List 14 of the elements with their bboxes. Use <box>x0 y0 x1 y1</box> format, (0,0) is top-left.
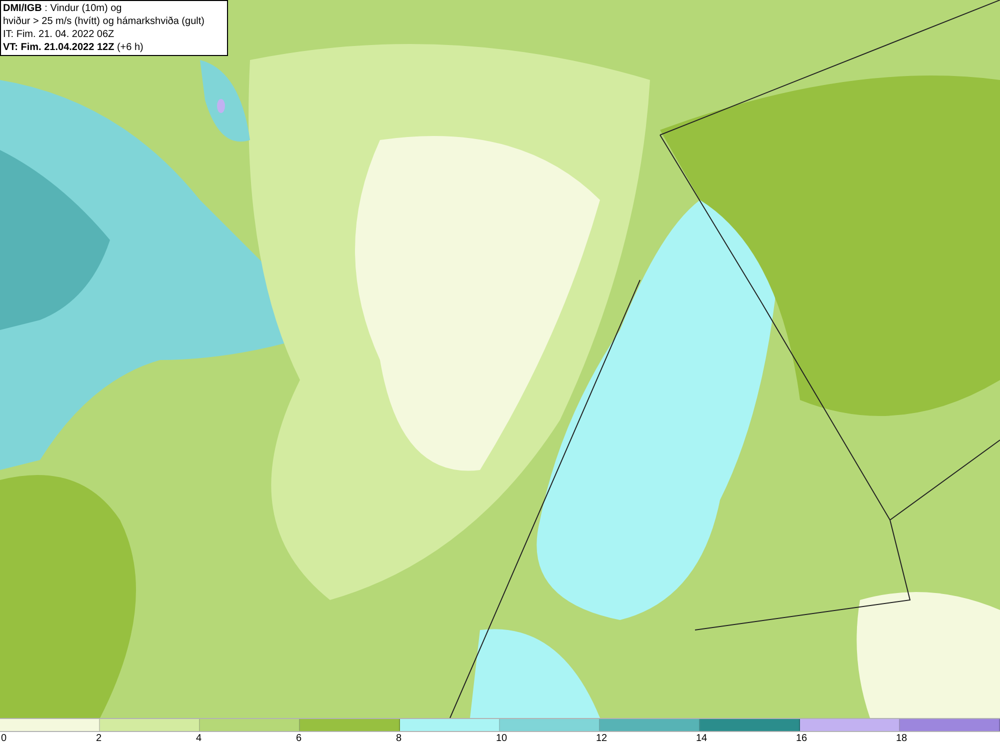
scale-label: 10 <box>496 733 508 745</box>
scale-label: 0 <box>1 733 7 745</box>
scale-label: 8 <box>396 733 402 745</box>
info-text: VT: Fim. 21.04.2022 12Z (+6 h) <box>3 41 144 54</box>
scale-label: 2 <box>96 733 102 745</box>
info-text: IT: Fim. 21. 04. 2022 06Z <box>3 28 116 41</box>
scale-label: 16 <box>796 733 808 745</box>
info-text: DMI/IGB : Vindur (10m) og <box>3 2 123 15</box>
scale-label: 18 <box>896 733 908 745</box>
scale-label: 12 <box>596 733 608 745</box>
scale-label: 6 <box>296 733 302 745</box>
scale-label: 14 <box>696 733 708 745</box>
info-text: hviður > 25 m/s (hvítt) og hámarkshviða (gult) <box>3 15 206 28</box>
scale-label: 4 <box>196 733 202 745</box>
